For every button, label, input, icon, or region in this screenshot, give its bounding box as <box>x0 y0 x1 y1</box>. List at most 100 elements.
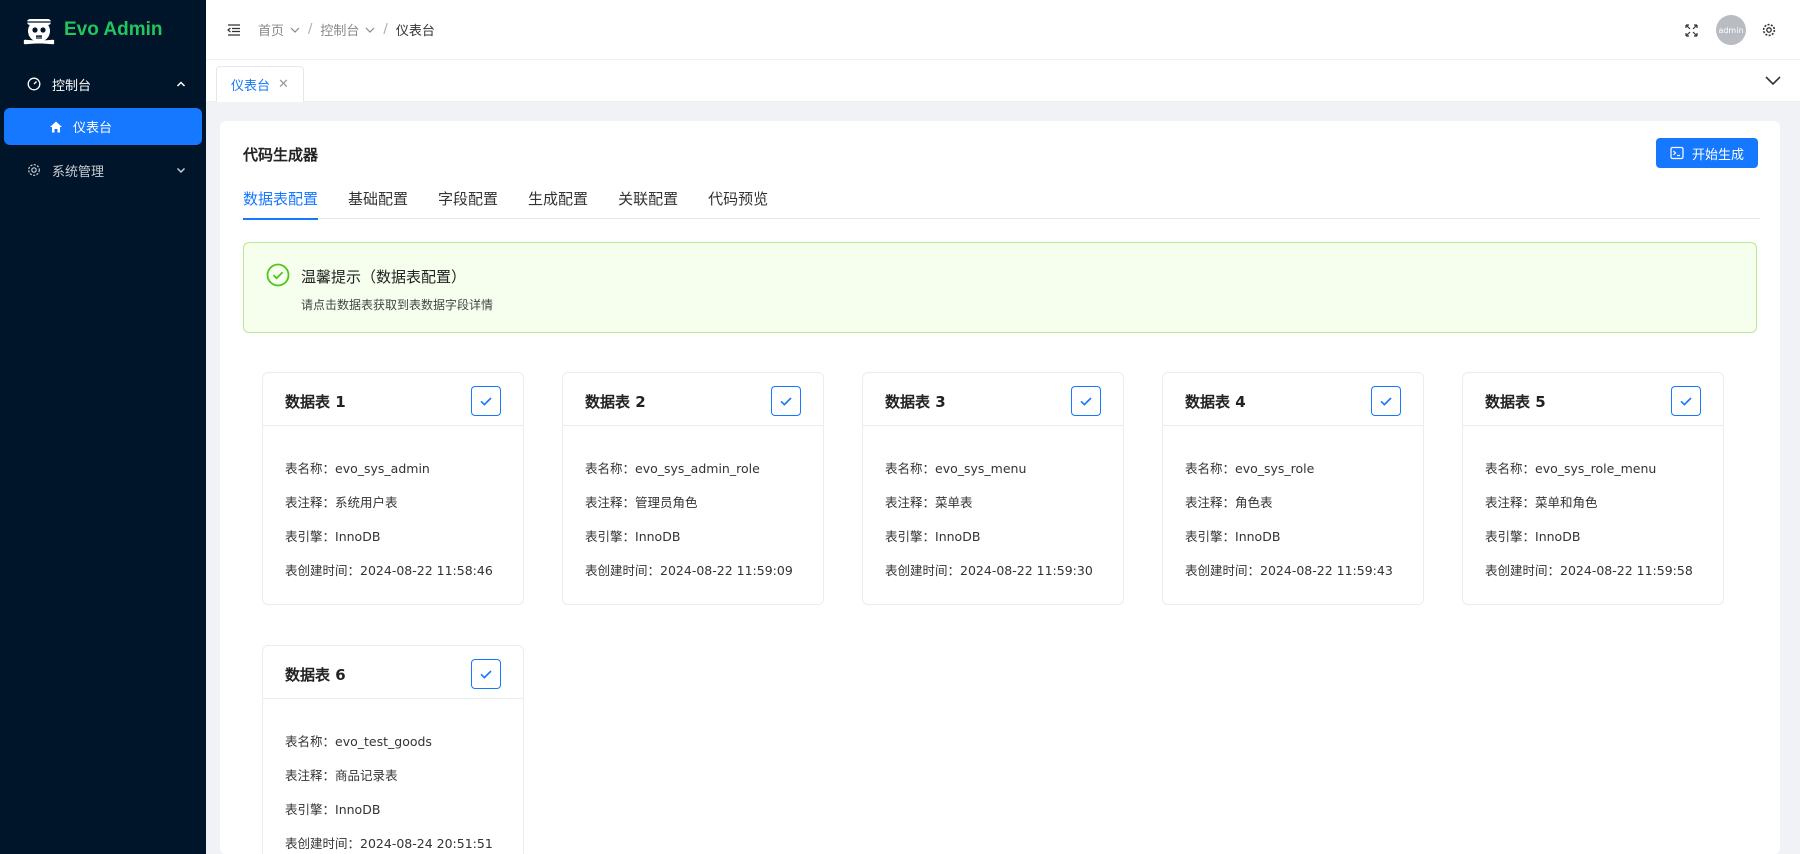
field-value: 2024-08-22 11:59:09 <box>660 563 793 578</box>
table-select-checkbox[interactable] <box>471 659 501 689</box>
table-field-name: 表名称：evo_sys_role_menu <box>1485 458 1656 477</box>
field-value: 系统用户表 <box>335 495 398 510</box>
table-field-comment: 表注释：菜单和角色 <box>1485 492 1598 511</box>
start-generate-label: 开始生成 <box>1691 147 1744 163</box>
field-value: InnoDB <box>335 529 381 544</box>
field-value: InnoDB <box>1535 529 1581 544</box>
field-label: 表创建时间： <box>1185 563 1261 578</box>
alert-description: 请点击数据表获取到表数据字段详情 <box>301 298 494 312</box>
app-logo[interactable]: Evo Admin <box>0 0 206 60</box>
sidebar-group-console[interactable]: 控制台 <box>0 62 206 106</box>
field-label: 表注释： <box>1485 495 1536 510</box>
table-card-header: 数据表 3 <box>863 373 1123 426</box>
table-field-comment: 表注释：管理员角色 <box>585 492 698 511</box>
table-field-comment: 表注释：商品记录表 <box>285 765 398 784</box>
field-label: 表注释： <box>285 495 336 510</box>
breadcrumb-label: 控制台 <box>320 24 360 39</box>
menu-fold-icon[interactable] <box>224 20 244 40</box>
page-title: 代码生成器 <box>243 146 319 164</box>
field-label: 表名称： <box>1485 461 1536 476</box>
field-label: 表引擎： <box>285 802 336 817</box>
breadcrumb-item-home[interactable]: 首页 <box>258 20 300 39</box>
table-field-comment: 表注释：菜单表 <box>885 492 973 511</box>
field-value: 管理员角色 <box>635 495 698 510</box>
field-value: evo_sys_role_menu <box>1535 461 1657 476</box>
table-card[interactable]: 数据表 3 表名称：evo_sys_menu 表注释：菜单表 表引擎：InnoDB 表创… <box>862 372 1124 605</box>
table-card-title: 数据表 4 <box>1185 393 1246 411</box>
page-tab-label: 仪表台 <box>231 79 271 94</box>
table-select-checkbox[interactable] <box>471 386 501 416</box>
field-label: 表创建时间： <box>1485 563 1561 578</box>
sidebar-item-dashboard[interactable]: 仪表台 <box>4 108 202 145</box>
table-field-created: 表创建时间：2024-08-22 11:59:30 <box>885 560 1093 579</box>
field-label: 表名称： <box>585 461 636 476</box>
page-tab-dashboard[interactable]: 仪表台 ✕ <box>216 66 304 102</box>
field-value: 2024-08-22 11:59:30 <box>960 563 1093 578</box>
table-select-checkbox[interactable] <box>1371 386 1401 416</box>
table-field-engine: 表引擎：InnoDB <box>885 526 980 545</box>
tab-generate-config[interactable]: 生成配置 <box>528 177 588 219</box>
table-select-checkbox[interactable] <box>771 386 801 416</box>
fullscreen-icon[interactable] <box>1682 21 1700 39</box>
table-card-title: 数据表 3 <box>885 393 946 411</box>
breadcrumb-item-current: 仪表台 <box>395 24 435 39</box>
field-value: 角色表 <box>1235 495 1273 510</box>
breadcrumb-separator: / <box>308 22 313 37</box>
table-card-header: 数据表 2 <box>563 373 823 426</box>
tab-code-preview[interactable]: 代码预览 <box>708 177 768 219</box>
home-icon <box>49 119 65 135</box>
tab-field-config[interactable]: 字段配置 <box>438 177 498 219</box>
table-card[interactable]: 数据表 4 表名称：evo_sys_role 表注释：角色表 表引擎：InnoDB 表创… <box>1162 372 1424 605</box>
chevron-down-icon <box>290 27 300 33</box>
table-card[interactable]: 数据表 6 表名称：evo_test_goods 表注释：商品记录表 表引擎：Inno… <box>262 645 524 854</box>
table-card-title: 数据表 5 <box>1485 393 1546 411</box>
close-icon[interactable]: ✕ <box>278 77 289 92</box>
breadcrumb-item-console[interactable]: 控制台 <box>320 20 375 39</box>
tab-basic-config[interactable]: 基础配置 <box>348 177 408 219</box>
tab-table-config[interactable]: 数据表配置 <box>243 177 319 220</box>
field-value: InnoDB <box>1235 529 1281 544</box>
breadcrumb-separator: / <box>383 22 388 37</box>
table-field-engine: 表引擎：InnoDB <box>1185 526 1280 545</box>
terminal-icon <box>1670 146 1684 160</box>
start-generate-button[interactable]: 开始生成 <box>1655 138 1758 168</box>
checkmark-icon <box>780 397 792 406</box>
field-label: 表创建时间： <box>285 836 361 851</box>
table-card[interactable]: 数据表 5 表名称：evo_sys_role_menu 表注释：菜单和角色 表引擎：I… <box>1462 372 1724 605</box>
table-card[interactable]: 数据表 2 表名称：evo_sys_admin_role 表注释：管理员角色 表引擎：… <box>562 372 824 605</box>
table-select-checkbox[interactable] <box>1671 386 1701 416</box>
config-tabs: 数据表配置 基础配置 字段配置 生成配置 关联配置 代码预览 <box>243 177 1760 220</box>
field-label: 表注释： <box>285 768 336 783</box>
chevron-down-icon <box>176 167 186 174</box>
field-label: 表注释： <box>585 495 636 510</box>
avatar[interactable]: admin <box>1716 15 1746 45</box>
checkmark-icon <box>1080 397 1092 406</box>
check-circle-icon <box>266 263 290 287</box>
field-value: evo_sys_role <box>1235 461 1315 476</box>
sidebar-group-label: 控制台 <box>52 78 92 94</box>
field-value: 2024-08-22 11:59:43 <box>1260 563 1393 578</box>
field-value: 商品记录表 <box>335 768 398 783</box>
table-field-engine: 表引擎：InnoDB <box>1485 526 1580 545</box>
top-header: 首页 / 控制台 / 仪表台 admin <box>206 0 1800 60</box>
field-value: InnoDB <box>635 529 681 544</box>
field-label: 表引擎： <box>285 529 336 544</box>
table-field-engine: 表引擎：InnoDB <box>585 526 680 545</box>
table-field-engine: 表引擎：InnoDB <box>285 526 380 545</box>
sidebar-group-system[interactable]: 系统管理 <box>0 148 206 192</box>
checkmark-icon <box>480 670 492 679</box>
table-field-name: 表名称：evo_sys_role <box>1185 458 1314 477</box>
settings-gear-icon[interactable] <box>1760 21 1778 39</box>
table-card[interactable]: 数据表 1 表名称：evo_sys_admin 表注释：系统用户表 表引擎：InnoD… <box>262 372 524 605</box>
field-value: InnoDB <box>335 802 381 817</box>
gear-icon <box>26 162 42 178</box>
chevron-up-icon <box>176 81 186 87</box>
table-select-checkbox[interactable] <box>1071 386 1101 416</box>
tab-relation-config[interactable]: 关联配置 <box>618 177 678 219</box>
tip-alert: 温馨提示（数据表配置） 请点击数据表获取到表数据字段详情 <box>243 242 1757 333</box>
breadcrumb: 首页 / 控制台 / 仪表台 <box>258 20 435 39</box>
field-value: evo_test_goods <box>335 734 432 749</box>
chevron-down-icon[interactable] <box>1764 72 1782 90</box>
table-field-created: 表创建时间：2024-08-22 11:59:58 <box>1485 560 1693 579</box>
checkmark-icon <box>1680 397 1692 406</box>
